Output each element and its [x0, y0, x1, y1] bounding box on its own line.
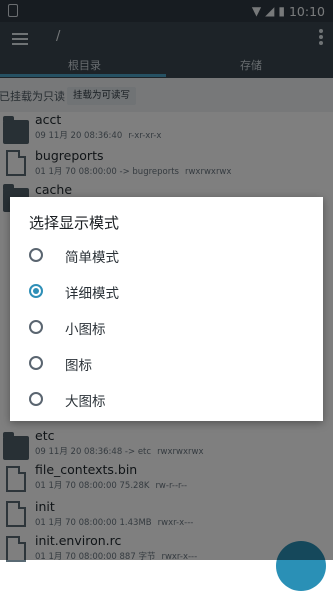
display-mode-dialog: 选择显示模式 简单模式 详细模式 小图标 图标 大图标: [10, 197, 323, 421]
option-simple[interactable]: 简单模式: [10, 237, 323, 273]
radio-button-selected[interactable]: [29, 284, 43, 298]
option-detailed[interactable]: 详细模式: [10, 273, 323, 309]
option-icons[interactable]: 图标: [10, 345, 323, 381]
option-label: 图标: [65, 358, 92, 374]
radio-button[interactable]: [29, 248, 43, 262]
radio-button[interactable]: [29, 356, 43, 370]
dialog-title: 选择显示模式: [29, 214, 120, 232]
radio-button[interactable]: [29, 392, 43, 406]
option-label: 简单模式: [65, 250, 119, 266]
radio-button[interactable]: [29, 320, 43, 334]
option-label: 小图标: [65, 322, 106, 338]
option-large-icons[interactable]: 大图标: [10, 381, 323, 417]
option-small-icons[interactable]: 小图标: [10, 309, 323, 345]
option-label: 详细模式: [65, 286, 119, 302]
option-label: 大图标: [65, 394, 106, 410]
